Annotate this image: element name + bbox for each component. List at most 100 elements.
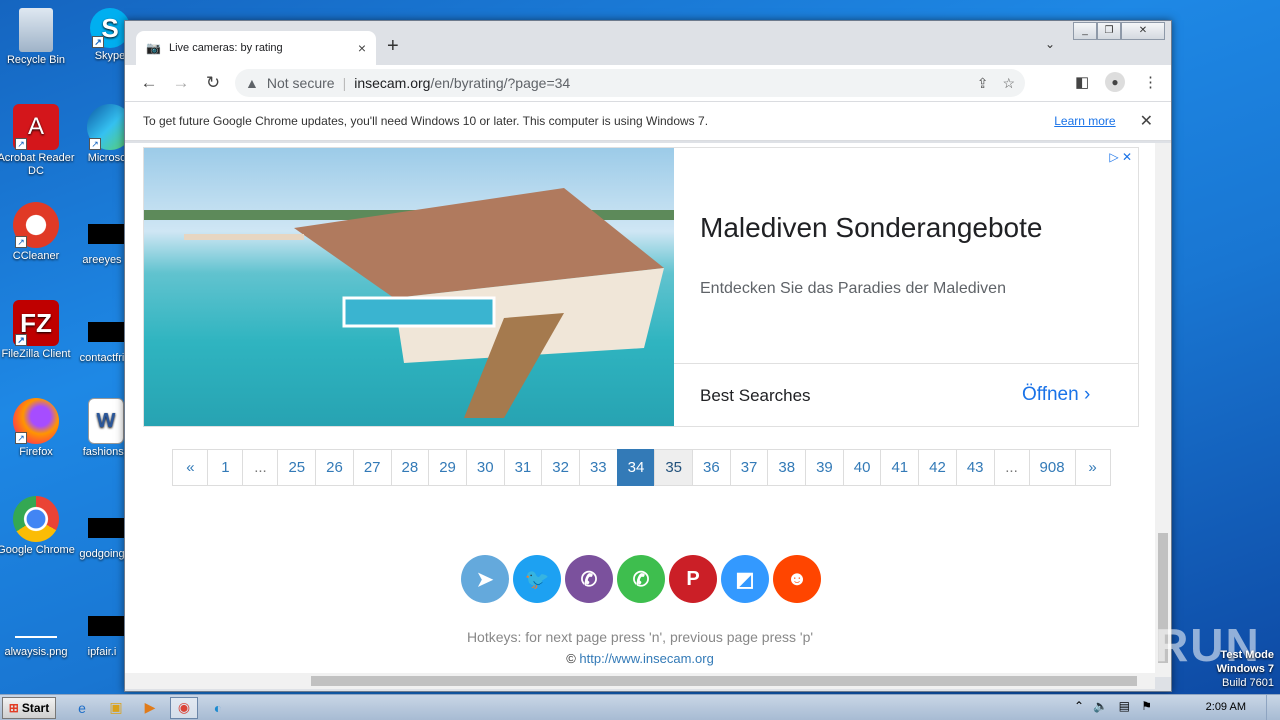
clock[interactable]: 2:09 AM xyxy=(1206,701,1246,713)
windows-logo-icon: ⊞ xyxy=(8,700,19,715)
page-43-button[interactable]: 43 xyxy=(955,449,995,486)
advertisement[interactable]: ▷ ✕ Malediven Sonderangebote Entdecken S… xyxy=(143,147,1139,427)
ad-best-searches: Best Searches xyxy=(700,386,811,405)
tab-search-chevron-down-icon[interactable]: ⌄ xyxy=(1045,37,1055,51)
page-30-button[interactable]: 30 xyxy=(465,449,505,486)
page-27-button[interactable]: 27 xyxy=(352,449,392,486)
page-prev-button[interactable]: « xyxy=(172,449,209,486)
warning-triangle-icon: ▲ xyxy=(245,75,259,91)
pinterest-share-icon[interactable]: P xyxy=(669,555,717,603)
chrome-icon xyxy=(13,496,59,542)
menu-kebab-icon[interactable]: ⋮ xyxy=(1143,73,1158,91)
copyright-symbol: © xyxy=(566,651,576,666)
desktop-icon-recycle-bin[interactable]: Recycle Bin xyxy=(0,8,76,67)
delicious-share-icon[interactable]: ◩ xyxy=(721,555,769,603)
network-icon[interactable]: ▤ xyxy=(1119,699,1130,713)
page-28-button[interactable]: 28 xyxy=(390,449,430,486)
not-secure-label[interactable]: Not secure xyxy=(267,75,335,91)
profile-avatar-icon[interactable]: ● xyxy=(1105,72,1125,92)
page-42-button[interactable]: 42 xyxy=(918,449,957,486)
ad-open-button[interactable]: Öffnen › xyxy=(1022,384,1090,406)
taskbar-media-player-icon[interactable]: ▶ xyxy=(136,697,164,719)
page-31-button[interactable]: 31 xyxy=(503,449,543,486)
tab-live-cameras[interactable]: 📷 Live cameras: by rating × xyxy=(136,31,376,65)
taskbar: ⊞ Start e ▣ ▶ ◉ ◐ ⌃ 🔈 ▤ ⚑ 2:09 AM xyxy=(0,694,1280,720)
reddit-share-icon[interactable]: ☻ xyxy=(773,555,821,603)
page-38-button[interactable]: 38 xyxy=(767,449,807,486)
page-25-button[interactable]: 25 xyxy=(277,449,317,486)
page-29-button[interactable]: 29 xyxy=(428,449,467,486)
reload-icon[interactable]: ↻ xyxy=(197,73,229,93)
page-26-button[interactable]: 26 xyxy=(315,449,354,486)
site-link[interactable]: http://www.insecam.org xyxy=(579,651,713,666)
file-thumbnail xyxy=(88,518,124,538)
test-mode-notice: Test Mode Windows 7 Build 7601 xyxy=(1216,649,1274,689)
horizontal-scroll-thumb[interactable] xyxy=(311,676,1137,686)
page-40-button[interactable]: 40 xyxy=(842,449,882,486)
ad-image-maldives[interactable] xyxy=(144,148,674,426)
camera-favicon-icon: 📷 xyxy=(146,41,161,55)
bookmark-star-icon[interactable]: ☆ xyxy=(1002,75,1015,92)
new-tab-button[interactable]: + xyxy=(387,35,399,58)
forward-arrow-icon[interactable]: → xyxy=(165,73,197,93)
telegram-share-icon[interactable]: ➤ xyxy=(461,555,509,603)
action-center-flag-icon[interactable]: ⚑ xyxy=(1141,699,1152,713)
page-33-button[interactable]: 33 xyxy=(578,449,618,486)
back-arrow-icon[interactable]: ← xyxy=(133,73,165,93)
page-32-button[interactable]: 32 xyxy=(541,449,580,486)
page-content: ▷ ✕ Malediven Sonderangebote Entdecken S… xyxy=(125,143,1155,677)
ad-title[interactable]: Malediven Sonderangebote xyxy=(700,212,1042,244)
taskbar-chrome-icon[interactable]: ◉ xyxy=(170,696,198,719)
firefox-icon: ↗ xyxy=(13,398,59,444)
tab-close-icon[interactable]: × xyxy=(358,40,366,56)
show-desktop-button[interactable] xyxy=(1266,695,1280,720)
page-1-button[interactable]: 1 xyxy=(207,449,244,486)
page-37-button[interactable]: 37 xyxy=(729,449,769,486)
minimize-button[interactable]: _ xyxy=(1073,22,1097,40)
volume-icon[interactable]: 🔈 xyxy=(1093,699,1108,713)
address-bar[interactable]: ▲ Not secure | insecam.org/en/byrating/?… xyxy=(235,69,1025,97)
learn-more-link[interactable]: Learn more xyxy=(1054,114,1115,128)
taskbar-ie-icon[interactable]: e xyxy=(68,697,96,719)
page-ellipsis: ... xyxy=(242,449,279,486)
copyright: © http://www.insecam.org xyxy=(125,651,1155,666)
viber-share-icon[interactable]: ✆ xyxy=(565,555,613,603)
recycle-bin-icon xyxy=(19,8,53,52)
infobar-message: To get future Google Chrome updates, you… xyxy=(143,114,709,128)
update-infobar: To get future Google Chrome updates, you… xyxy=(125,101,1171,141)
desktop-icon-firefox[interactable]: ↗ Firefox xyxy=(0,398,76,459)
page-41-button[interactable]: 41 xyxy=(880,449,920,486)
taskbar-explorer-icon[interactable]: ▣ xyxy=(102,697,130,719)
side-panel-icon[interactable]: ◧ xyxy=(1075,73,1089,91)
tab-title: Live cameras: by rating xyxy=(168,42,283,54)
url-text[interactable]: insecam.org/en/byrating/?page=34 xyxy=(354,75,963,91)
taskbar-edge-icon[interactable]: ◐ xyxy=(204,697,232,719)
image-thumbnail xyxy=(15,616,57,638)
page-36-button[interactable]: 36 xyxy=(692,449,731,486)
desktop-icon-acrobat[interactable]: A ↗ Acrobat Reader DC xyxy=(0,104,76,178)
filezilla-icon: FZ ↗ xyxy=(13,300,59,346)
start-button[interactable]: ⊞ Start xyxy=(2,696,56,719)
page-34-button[interactable]: 34 xyxy=(616,449,656,486)
browser-toolbar: ← → ↻ ▲ Not secure | insecam.org/en/byra… xyxy=(125,65,1171,101)
restore-button[interactable]: ❐ xyxy=(1097,22,1121,40)
page-39-button[interactable]: 39 xyxy=(805,449,844,486)
infobar-close-icon[interactable]: ✕ xyxy=(1140,111,1153,131)
file-thumbnail xyxy=(88,322,124,342)
close-window-button[interactable]: ✕ xyxy=(1121,22,1165,40)
tray-expand-icon[interactable]: ⌃ xyxy=(1074,699,1084,713)
horizontal-scrollbar[interactable] xyxy=(125,673,1155,689)
maldives-resort-illustration xyxy=(144,188,674,418)
page-35-button[interactable]: 35 xyxy=(654,449,694,486)
adchoices-close-icon[interactable]: ▷ ✕ xyxy=(1109,150,1132,164)
vertical-scrollbar[interactable] xyxy=(1155,143,1171,677)
twitter-share-icon[interactable]: 🐦 xyxy=(513,555,561,603)
ccleaner-icon: ↗ xyxy=(13,202,59,248)
pagination: «1... 25 26 27 28 29 30 31 32 33 34 35 36 37 38 39 40 41 4… xyxy=(161,449,1123,492)
page-next-button[interactable]: » xyxy=(1074,449,1111,486)
whatsapp-share-icon[interactable]: ✆ xyxy=(617,555,665,603)
page-908-button[interactable]: 908 xyxy=(1028,449,1076,486)
ad-divider xyxy=(674,363,1138,364)
share-icon[interactable]: ⇪ xyxy=(977,75,989,92)
ad-subtitle: Entdecken Sie das Paradies der Malediven xyxy=(700,280,1006,297)
